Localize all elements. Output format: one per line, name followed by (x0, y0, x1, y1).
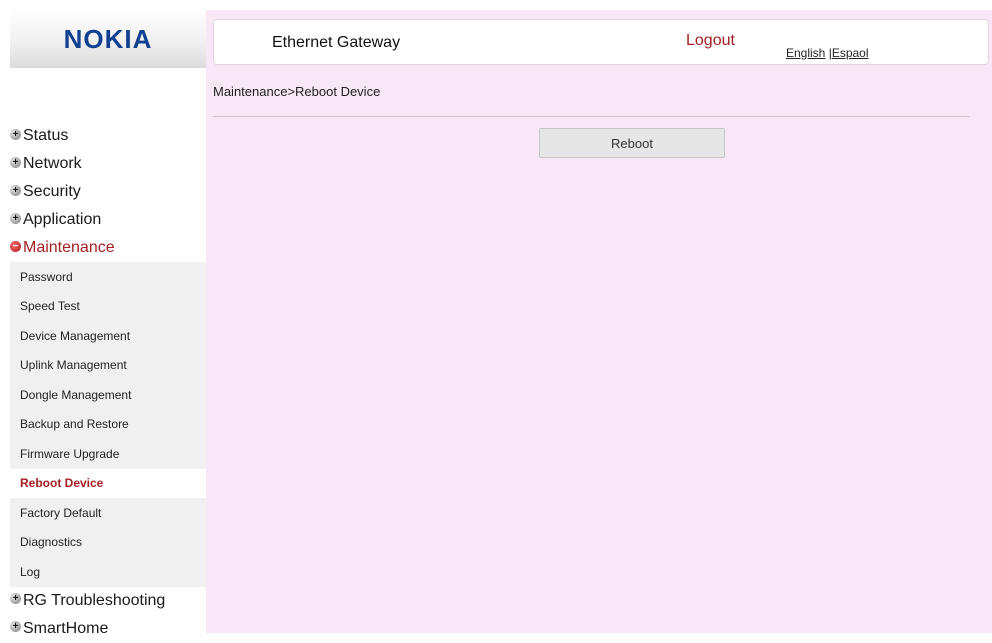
nav-category-network[interactable]: + Network (10, 150, 206, 178)
nav-category-label: Maintenance (23, 239, 115, 256)
sidebar-item-diagnostics[interactable]: Diagnostics (10, 527, 206, 557)
nav-category-rg-troubleshooting[interactable]: + RG Troubleshooting (10, 587, 206, 615)
reboot-button[interactable]: Reboot (539, 128, 725, 158)
sidebar-item-factory-default[interactable]: Factory Default (10, 498, 206, 528)
expand-plus-icon: + (10, 621, 21, 632)
main-content: Ethernet Gateway Logout English |Espaol … (206, 10, 992, 633)
expand-plus-icon: + (10, 156, 21, 168)
sidebar-item-dongle-management[interactable]: Dongle Management (10, 380, 206, 410)
nav-category-maintenance[interactable]: − Maintenance (10, 234, 206, 262)
lang-english-link[interactable]: English (786, 46, 825, 60)
sidebar-item-speed-test[interactable]: Speed Test (10, 291, 206, 321)
breadcrumb: Maintenance>Reboot Device (213, 84, 381, 99)
sidebar: NOKIA + Status + Network + Security + Ap… (0, 0, 206, 637)
nav-category-label: Application (23, 211, 102, 228)
sidebar-item-password[interactable]: Password (10, 262, 206, 292)
nav-category-label: SmartHome (23, 619, 109, 637)
divider (213, 116, 970, 117)
collapse-minus-icon: − (10, 240, 21, 252)
expand-plus-icon: + (10, 184, 21, 196)
logo-text: NOKIA (63, 23, 153, 54)
sidebar-item-log[interactable]: Log (10, 557, 206, 587)
expand-plus-icon: + (10, 128, 21, 140)
language-selector: English |Espaol (786, 46, 869, 60)
nav-category-label: RG Troubleshooting (23, 591, 166, 609)
logo: NOKIA (10, 10, 206, 68)
expand-plus-icon: + (10, 593, 21, 604)
sidebar-item-reboot-device[interactable]: Reboot Device (10, 468, 206, 498)
nav-category-status[interactable]: + Status (10, 122, 206, 150)
nav-category-label: Status (23, 127, 69, 144)
logout-link[interactable]: Logout (686, 32, 735, 50)
sidebar-item-backup-restore[interactable]: Backup and Restore (10, 409, 206, 439)
sidebar-item-device-management[interactable]: Device Management (10, 321, 206, 351)
nav-category-security[interactable]: + Security (10, 178, 206, 206)
app-title: Ethernet Gateway (272, 34, 401, 51)
lang-espanol-link[interactable]: Espaol (832, 46, 869, 60)
nav-list: + Status + Network + Security + Applicat… (10, 122, 206, 643)
sidebar-item-uplink-management[interactable]: Uplink Management (10, 350, 206, 380)
nav-category-label: Security (23, 183, 81, 200)
nav-category-smarthome[interactable]: + SmartHome (10, 615, 206, 643)
header-bar: Ethernet Gateway Logout English |Espaol (213, 19, 989, 65)
maintenance-submenu: Password Speed Test Device Management Up… (10, 262, 206, 587)
nav-category-label: Network (23, 155, 82, 172)
sidebar-item-firmware-upgrade[interactable]: Firmware Upgrade (10, 439, 206, 469)
expand-plus-icon: + (10, 212, 21, 224)
nav-category-application[interactable]: + Application (10, 206, 206, 234)
